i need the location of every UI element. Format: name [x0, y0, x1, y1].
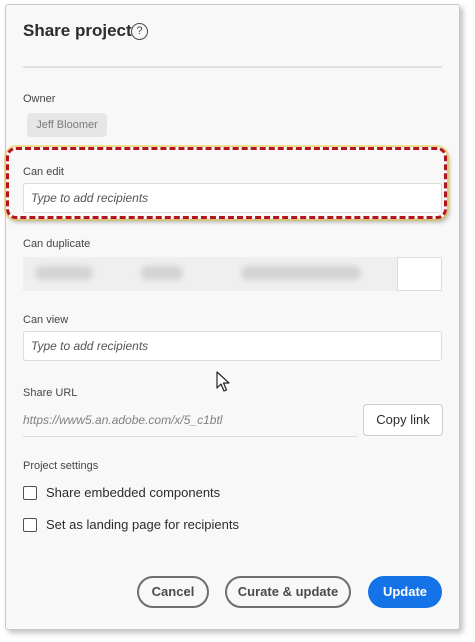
project-settings-label: Project settings	[23, 460, 99, 472]
help-circle-icon[interactable]: ?	[131, 23, 148, 40]
share-project-dialog: Share project ? Owner Jeff Bloomer Can e…	[5, 4, 460, 630]
mouse-pointer-icon	[216, 371, 230, 392]
owner-chip: Jeff Bloomer	[27, 113, 107, 137]
recipient-chip	[141, 266, 183, 280]
owner-label: Owner	[23, 93, 56, 105]
can-edit-label: Can edit	[23, 166, 64, 178]
share-url-label: Share URL	[23, 387, 78, 399]
can-duplicate-label: Can duplicate	[23, 238, 91, 250]
copy-link-button[interactable]: Copy link	[363, 404, 443, 436]
can-duplicate-input[interactable]	[397, 257, 442, 291]
can-view-input[interactable]: Type to add recipients	[23, 331, 442, 361]
cancel-button[interactable]: Cancel	[137, 576, 209, 608]
recipient-chip	[241, 266, 361, 280]
curate-and-update-button[interactable]: Curate & update	[225, 576, 351, 608]
title-divider	[23, 66, 442, 68]
recipient-chip	[35, 266, 93, 280]
share-embedded-components-checkbox[interactable]	[23, 486, 37, 500]
landing-page-checkbox[interactable]	[23, 518, 37, 532]
can-edit-input[interactable]: Type to add recipients	[23, 183, 442, 213]
share-url-field[interactable]: https://www5.an.adobe.com/x/5_c1btl	[23, 407, 357, 437]
can-view-label: Can view	[23, 314, 69, 326]
share-embedded-components-label[interactable]: Share embedded components	[46, 485, 220, 500]
dialog-title: Share project	[23, 21, 132, 40]
landing-page-label[interactable]: Set as landing page for recipients	[46, 517, 239, 532]
can-duplicate-recipients[interactable]	[23, 257, 397, 291]
update-button[interactable]: Update	[368, 576, 442, 608]
